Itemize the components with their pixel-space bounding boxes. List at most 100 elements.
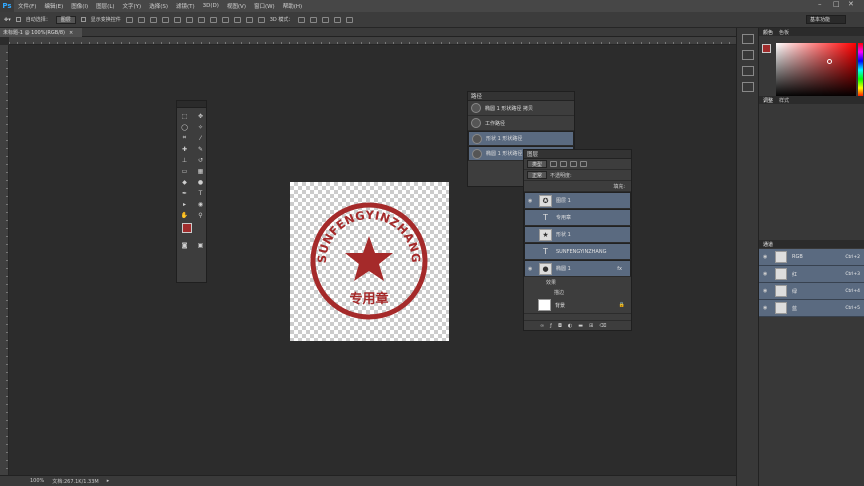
stroke-effect-row[interactable]: 描边 xyxy=(524,287,631,297)
tab-adjustments[interactable]: 调整 xyxy=(763,97,773,104)
menu-image[interactable]: 图像(I) xyxy=(67,2,92,10)
shape-tool-icon[interactable]: ◉ xyxy=(196,200,205,208)
fx-icon[interactable]: fx xyxy=(617,266,626,272)
tools-panel-header[interactable] xyxy=(177,101,206,108)
visibility-eye-icon[interactable]: ◉ xyxy=(528,266,535,272)
document-canvas[interactable]: SUNFENGYINZHANG 专用章 xyxy=(290,182,449,341)
workspace-dropdown[interactable]: 基本功能 xyxy=(806,15,846,24)
visibility-eye-icon[interactable]: ◉ xyxy=(528,198,535,204)
magic-wand-tool-icon[interactable]: ✧ xyxy=(196,123,205,131)
eraser-tool-icon[interactable]: ▭ xyxy=(180,167,189,175)
layer-row[interactable]: ◉ ✪ 图层 1 xyxy=(524,192,631,209)
channel-row[interactable]: ◉ RGB Ctrl+2 xyxy=(759,249,864,266)
show-transform-checkbox[interactable] xyxy=(80,17,86,22)
effects-row[interactable]: 效果 xyxy=(524,277,631,287)
history-brush-tool-icon[interactable]: ↺ xyxy=(196,156,205,164)
tab-color[interactable]: 颜色 xyxy=(763,29,773,36)
align-left-icon[interactable] xyxy=(161,16,169,23)
minimize-icon[interactable]: – xyxy=(818,0,822,8)
path-row[interactable]: 形状 1 形状路径 xyxy=(468,131,574,146)
lasso-tool-icon[interactable]: ◯ xyxy=(180,123,189,131)
gradient-tool-icon[interactable]: ▦ xyxy=(196,167,205,175)
visibility-eye-icon[interactable]: ◉ xyxy=(763,288,770,294)
tab-channels[interactable]: 通道 xyxy=(763,241,773,248)
maximize-icon[interactable]: □ xyxy=(833,0,840,8)
channel-row[interactable]: ◉ 红 Ctrl+3 xyxy=(759,266,864,283)
color-panel-foreground[interactable] xyxy=(762,44,771,53)
move-tool-icon[interactable]: ✥ xyxy=(196,112,205,120)
distribute-middle-icon[interactable] xyxy=(209,16,217,23)
move-tool-icon[interactable]: ✥▾ xyxy=(4,17,11,23)
layer-filter-dropdown[interactable]: 类型 xyxy=(527,160,548,168)
menu-help[interactable]: 帮助(H) xyxy=(279,2,306,10)
align-bottom-icon[interactable] xyxy=(149,16,157,23)
layers-panel-title[interactable]: 图层 xyxy=(524,150,631,159)
path-row[interactable]: 椭圆 1 形状路径 拷贝 xyxy=(468,101,574,116)
document-tab[interactable]: 未标题-1 @ 100%(RGB/8) × xyxy=(0,28,82,37)
actions-panel-icon[interactable] xyxy=(741,50,754,60)
brush-tool-icon[interactable]: ✎ xyxy=(196,145,205,153)
properties-panel-icon[interactable] xyxy=(741,66,754,76)
distribute-left-icon[interactable] xyxy=(233,16,241,23)
path-selection-tool-icon[interactable]: ▸ xyxy=(180,200,189,208)
delete-layer-icon[interactable]: ⌫ xyxy=(599,323,606,329)
clone-stamp-tool-icon[interactable]: ⊥ xyxy=(180,156,189,164)
align-center-icon[interactable] xyxy=(173,16,181,23)
menu-select[interactable]: 选择(S) xyxy=(145,2,172,10)
eyedropper-tool-icon[interactable]: ⁄ xyxy=(196,134,205,142)
type-tool-icon[interactable]: T xyxy=(196,189,205,197)
link-layers-icon[interactable]: ∞ xyxy=(540,323,544,329)
pen-tool-icon[interactable]: ✒ xyxy=(180,189,189,197)
menu-3d[interactable]: 3D(D) xyxy=(199,3,223,9)
layer-row[interactable]: ★ 形状 1 xyxy=(524,226,631,243)
quick-mask-icon[interactable]: ◙ xyxy=(180,241,189,249)
align-right-icon[interactable] xyxy=(185,16,193,23)
rotate-3d-icon[interactable] xyxy=(298,16,306,23)
visibility-eye-icon[interactable]: ◉ xyxy=(763,305,770,311)
visibility-eye-icon[interactable]: ◉ xyxy=(763,271,770,277)
color-swatches[interactable] xyxy=(181,223,206,241)
drag-3d-icon[interactable] xyxy=(322,16,330,23)
foreground-color-swatch[interactable] xyxy=(182,223,192,233)
path-row[interactable]: 工作路径 xyxy=(468,116,574,131)
add-mask-icon[interactable]: ◘ xyxy=(558,323,562,329)
layer-row[interactable]: T 专用章 xyxy=(524,209,631,226)
new-group-icon[interactable]: ▬ xyxy=(578,323,583,329)
distribute-center-icon[interactable] xyxy=(245,16,253,23)
auto-select-checkbox[interactable] xyxy=(15,17,21,22)
crop-tool-icon[interactable]: ⌗ xyxy=(180,134,189,142)
healing-brush-tool-icon[interactable]: ✚ xyxy=(180,145,189,153)
menu-view[interactable]: 视图(V) xyxy=(223,2,250,10)
zoom-level[interactable]: 100% xyxy=(30,478,44,484)
layer-row[interactable]: ◉ ● 椭圆 1 fx xyxy=(524,260,631,277)
color-picker-cursor[interactable] xyxy=(827,59,832,64)
new-layer-icon[interactable]: ⊞ xyxy=(589,323,593,329)
screen-mode-icon[interactable]: ▣ xyxy=(196,241,205,249)
distribute-bottom-icon[interactable] xyxy=(221,16,229,23)
filter-type-icon[interactable] xyxy=(570,161,578,167)
filter-shape-icon[interactable] xyxy=(580,161,588,167)
blur-tool-icon[interactable]: ◆ xyxy=(180,178,189,186)
color-picker-field[interactable] xyxy=(776,43,856,97)
zoom-tool-icon[interactable]: ⚲ xyxy=(196,211,205,219)
menu-file[interactable]: 文件(F) xyxy=(14,2,40,10)
hue-slider[interactable] xyxy=(858,43,863,97)
paths-panel-title[interactable]: 路径 xyxy=(468,92,574,101)
blend-mode-dropdown[interactable]: 正常 xyxy=(527,171,548,179)
status-menu-arrow-icon[interactable]: ▸ xyxy=(107,478,110,484)
menu-filter[interactable]: 滤镜(T) xyxy=(172,2,199,10)
layer-row[interactable]: 背景 🔒 xyxy=(524,297,631,314)
layer-row[interactable]: T SUNFENGYINZHANG xyxy=(524,243,631,260)
tab-styles[interactable]: 样式 xyxy=(779,97,789,104)
hand-tool-icon[interactable]: ✋ xyxy=(180,211,189,219)
filter-adjustment-icon[interactable] xyxy=(560,161,568,167)
dodge-tool-icon[interactable]: ● xyxy=(196,178,205,186)
slide-3d-icon[interactable] xyxy=(334,16,342,23)
align-middle-icon[interactable] xyxy=(137,16,145,23)
new-adjustment-icon[interactable]: ◐ xyxy=(568,323,572,329)
align-top-icon[interactable] xyxy=(125,16,133,23)
menu-window[interactable]: 窗口(W) xyxy=(250,2,279,10)
marquee-tool-icon[interactable]: ⬚ xyxy=(180,112,189,120)
roll-3d-icon[interactable] xyxy=(310,16,318,23)
tab-swatches[interactable]: 色板 xyxy=(779,29,789,36)
